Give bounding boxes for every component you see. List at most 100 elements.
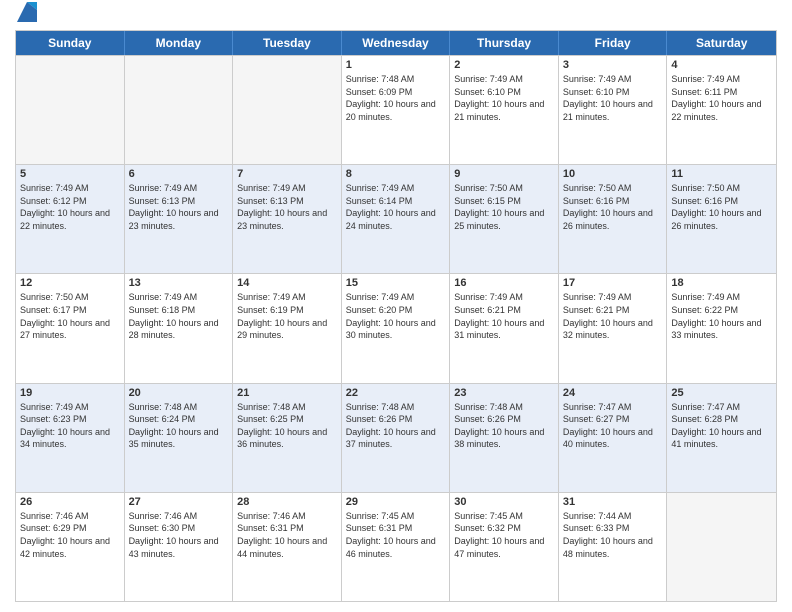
day-number: 4 <box>671 59 772 71</box>
day-info: Sunrise: 7:49 AM Sunset: 6:13 PM Dayligh… <box>129 182 229 232</box>
day-number: 22 <box>346 387 446 399</box>
day-info: Sunrise: 7:48 AM Sunset: 6:26 PM Dayligh… <box>346 401 446 451</box>
day-number: 1 <box>346 59 446 71</box>
day-number: 31 <box>563 496 663 508</box>
logo-icon <box>17 2 37 22</box>
day-cell-30: 30 Sunrise: 7:45 AM Sunset: 6:32 PM Dayli… <box>450 493 559 601</box>
logo <box>15 14 37 22</box>
day-cell-17: 17 Sunrise: 7:49 AM Sunset: 6:21 PM Dayli… <box>559 274 668 382</box>
empty-cell-0-1 <box>125 56 234 164</box>
day-number: 19 <box>20 387 120 399</box>
day-info: Sunrise: 7:47 AM Sunset: 6:27 PM Dayligh… <box>563 401 663 451</box>
day-info: Sunrise: 7:50 AM Sunset: 6:16 PM Dayligh… <box>563 182 663 232</box>
day-info: Sunrise: 7:47 AM Sunset: 6:28 PM Dayligh… <box>671 401 772 451</box>
day-number: 28 <box>237 496 337 508</box>
day-info: Sunrise: 7:46 AM Sunset: 6:30 PM Dayligh… <box>129 510 229 560</box>
day-cell-6: 6 Sunrise: 7:49 AM Sunset: 6:13 PM Daylig… <box>125 165 234 273</box>
day-cell-21: 21Sunrise: 7:48 AM Sunset: 6:25 PM Dayli… <box>233 384 342 492</box>
day-info: Sunrise: 7:49 AM Sunset: 6:23 PM Dayligh… <box>20 401 120 451</box>
day-cell-15: 15 Sunrise: 7:49 AM Sunset: 6:20 PM Dayli… <box>342 274 451 382</box>
header-cell-monday: Monday <box>125 31 234 55</box>
day-info: Sunrise: 7:48 AM Sunset: 6:25 PM Dayligh… <box>237 401 337 451</box>
day-number: 17 <box>563 277 663 289</box>
day-info: Sunrise: 7:50 AM Sunset: 6:17 PM Dayligh… <box>20 291 120 341</box>
day-info: Sunrise: 7:49 AM Sunset: 6:20 PM Dayligh… <box>346 291 446 341</box>
day-info: Sunrise: 7:49 AM Sunset: 6:10 PM Dayligh… <box>563 73 663 123</box>
day-cell-26: 26 Sunrise: 7:46 AM Sunset: 6:29 PM Dayli… <box>16 493 125 601</box>
day-info: Sunrise: 7:49 AM Sunset: 6:21 PM Dayligh… <box>563 291 663 341</box>
header-cell-wednesday: Wednesday <box>342 31 451 55</box>
day-number: 5 <box>20 168 120 180</box>
day-number: 7 <box>237 168 337 180</box>
header <box>15 10 777 22</box>
day-cell-11: 11Sunrise: 7:50 AM Sunset: 6:16 PM Dayli… <box>667 165 776 273</box>
day-info: Sunrise: 7:49 AM Sunset: 6:14 PM Dayligh… <box>346 182 446 232</box>
day-info: Sunrise: 7:49 AM Sunset: 6:11 PM Dayligh… <box>671 73 772 123</box>
day-cell-1: 1 Sunrise: 7:48 AM Sunset: 6:09 PM Daylig… <box>342 56 451 164</box>
day-number: 6 <box>129 168 229 180</box>
day-info: Sunrise: 7:50 AM Sunset: 6:16 PM Dayligh… <box>671 182 772 232</box>
header-cell-friday: Friday <box>559 31 668 55</box>
day-info: Sunrise: 7:49 AM Sunset: 6:18 PM Dayligh… <box>129 291 229 341</box>
day-cell-20: 20 Sunrise: 7:48 AM Sunset: 6:24 PM Dayli… <box>125 384 234 492</box>
day-number: 3 <box>563 59 663 71</box>
day-number: 26 <box>20 496 120 508</box>
day-number: 27 <box>129 496 229 508</box>
day-cell-3: 3 Sunrise: 7:49 AM Sunset: 6:10 PM Daylig… <box>559 56 668 164</box>
day-info: Sunrise: 7:49 AM Sunset: 6:12 PM Dayligh… <box>20 182 120 232</box>
day-number: 20 <box>129 387 229 399</box>
day-cell-2: 2Sunrise: 7:49 AM Sunset: 6:10 PM Daylig… <box>450 56 559 164</box>
calendar-row-5: 26 Sunrise: 7:46 AM Sunset: 6:29 PM Dayli… <box>16 492 776 601</box>
day-number: 15 <box>346 277 446 289</box>
header-cell-thursday: Thursday <box>450 31 559 55</box>
day-info: Sunrise: 7:48 AM Sunset: 6:26 PM Dayligh… <box>454 401 554 451</box>
calendar-row-4: 19 Sunrise: 7:49 AM Sunset: 6:23 PM Dayli… <box>16 383 776 492</box>
day-info: Sunrise: 7:49 AM Sunset: 6:21 PM Dayligh… <box>454 291 554 341</box>
day-number: 8 <box>346 168 446 180</box>
calendar-row-3: 12 Sunrise: 7:50 AM Sunset: 6:17 PM Dayli… <box>16 273 776 382</box>
day-cell-24: 24 Sunrise: 7:47 AM Sunset: 6:27 PM Dayli… <box>559 384 668 492</box>
day-number: 9 <box>454 168 554 180</box>
day-info: Sunrise: 7:48 AM Sunset: 6:09 PM Dayligh… <box>346 73 446 123</box>
day-cell-31: 31Sunrise: 7:44 AM Sunset: 6:33 PM Dayli… <box>559 493 668 601</box>
day-info: Sunrise: 7:49 AM Sunset: 6:22 PM Dayligh… <box>671 291 772 341</box>
day-info: Sunrise: 7:49 AM Sunset: 6:19 PM Dayligh… <box>237 291 337 341</box>
day-number: 13 <box>129 277 229 289</box>
day-cell-28: 28Sunrise: 7:46 AM Sunset: 6:31 PM Dayli… <box>233 493 342 601</box>
day-info: Sunrise: 7:50 AM Sunset: 6:15 PM Dayligh… <box>454 182 554 232</box>
day-cell-7: 7Sunrise: 7:49 AM Sunset: 6:13 PM Daylig… <box>233 165 342 273</box>
day-cell-9: 9 Sunrise: 7:50 AM Sunset: 6:15 PM Daylig… <box>450 165 559 273</box>
day-cell-14: 14 Sunrise: 7:49 AM Sunset: 6:19 PM Dayli… <box>233 274 342 382</box>
day-info: Sunrise: 7:46 AM Sunset: 6:29 PM Dayligh… <box>20 510 120 560</box>
day-number: 18 <box>671 277 772 289</box>
calendar-header: SundayMondayTuesdayWednesdayThursdayFrid… <box>16 31 776 55</box>
day-cell-27: 27 Sunrise: 7:46 AM Sunset: 6:30 PM Dayli… <box>125 493 234 601</box>
day-number: 10 <box>563 168 663 180</box>
day-info: Sunrise: 7:45 AM Sunset: 6:32 PM Dayligh… <box>454 510 554 560</box>
header-cell-tuesday: Tuesday <box>233 31 342 55</box>
day-cell-18: 18 Sunrise: 7:49 AM Sunset: 6:22 PM Dayli… <box>667 274 776 382</box>
empty-cell-0-0 <box>16 56 125 164</box>
day-cell-5: 5 Sunrise: 7:49 AM Sunset: 6:12 PM Daylig… <box>16 165 125 273</box>
day-cell-22: 22 Sunrise: 7:48 AM Sunset: 6:26 PM Dayli… <box>342 384 451 492</box>
day-number: 29 <box>346 496 446 508</box>
day-info: Sunrise: 7:49 AM Sunset: 6:10 PM Dayligh… <box>454 73 554 123</box>
day-number: 12 <box>20 277 120 289</box>
day-cell-19: 19 Sunrise: 7:49 AM Sunset: 6:23 PM Dayli… <box>16 384 125 492</box>
header-cell-saturday: Saturday <box>667 31 776 55</box>
day-cell-4: 4 Sunrise: 7:49 AM Sunset: 6:11 PM Daylig… <box>667 56 776 164</box>
empty-cell-4-6 <box>667 493 776 601</box>
calendar-row-2: 5 Sunrise: 7:49 AM Sunset: 6:12 PM Daylig… <box>16 164 776 273</box>
day-cell-25: 25Sunrise: 7:47 AM Sunset: 6:28 PM Dayli… <box>667 384 776 492</box>
day-cell-12: 12 Sunrise: 7:50 AM Sunset: 6:17 PM Dayli… <box>16 274 125 382</box>
day-info: Sunrise: 7:48 AM Sunset: 6:24 PM Dayligh… <box>129 401 229 451</box>
day-cell-10: 10 Sunrise: 7:50 AM Sunset: 6:16 PM Dayli… <box>559 165 668 273</box>
page: SundayMondayTuesdayWednesdayThursdayFrid… <box>0 0 792 612</box>
day-number: 16 <box>454 277 554 289</box>
calendar: SundayMondayTuesdayWednesdayThursdayFrid… <box>15 30 777 602</box>
day-cell-16: 16 Sunrise: 7:49 AM Sunset: 6:21 PM Dayli… <box>450 274 559 382</box>
day-number: 30 <box>454 496 554 508</box>
day-number: 14 <box>237 277 337 289</box>
day-number: 24 <box>563 387 663 399</box>
empty-cell-0-2 <box>233 56 342 164</box>
